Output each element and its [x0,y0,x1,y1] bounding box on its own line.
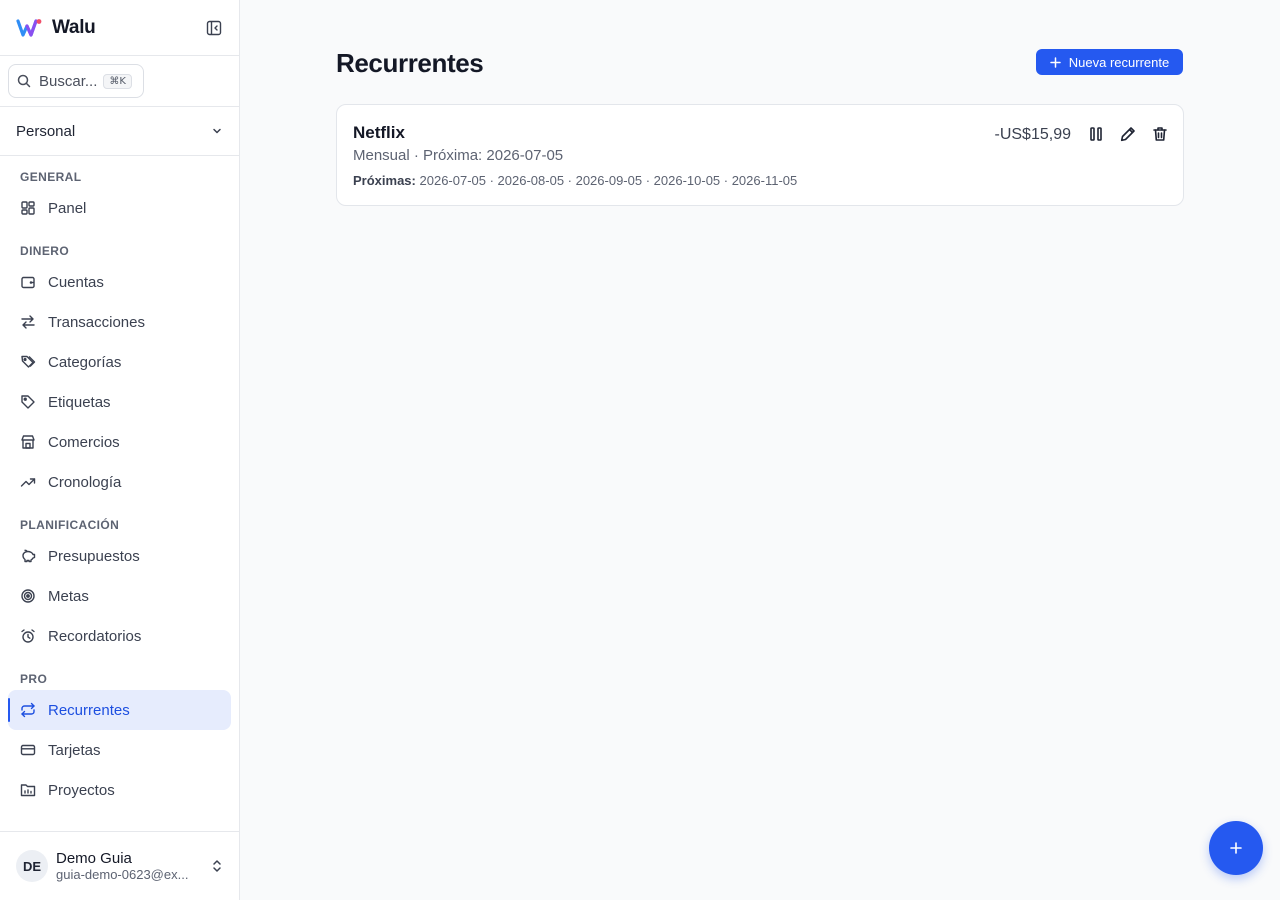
recurring-upcoming-dates: 2026-07-05 · 2026-08-05 · 2026-09-05 · 2… [419,173,798,188]
tags-icon [20,354,36,370]
trending-up-icon [20,474,36,490]
recurring-name: Netflix [353,123,405,142]
sidebar-item-label: Recurrentes [48,701,130,719]
plus-icon [1229,841,1243,855]
sidebar-item-label: Panel [48,199,87,217]
section-dinero: DINERO [20,244,70,258]
sidebar-item-tarjetas[interactable]: Tarjetas [8,730,231,770]
sidebar-nav: GENERAL Panel DINERO Cuentas Transaccion… [0,156,239,810]
new-recurring-button[interactable]: Nueva recurrente [1036,49,1183,75]
workspace-selector[interactable]: Personal [0,107,239,156]
brand-header: Walu [0,0,239,56]
chevrons-up-down-icon [211,859,223,873]
search-area: Buscar... ⌘K [0,56,239,107]
tag-icon [20,394,36,410]
recurring-schedule: Mensual · Próxima: 2026-07-05 [353,147,563,164]
recurring-next-label: Próxima: [423,147,483,164]
sidebar-item-label: Presupuestos [48,547,140,565]
recurring-actions [1087,125,1169,143]
search-icon [17,74,31,88]
walu-logo-icon [16,18,42,38]
sidebar-item-label: Comercios [48,433,120,451]
dashboard-icon [20,200,36,216]
sidebar-item-label: Cronología [48,473,122,491]
section-pro: PRO [20,672,48,686]
recurring-amount: -US$15,99 [994,126,1072,143]
sidebar-item-comercios[interactable]: Comercios [8,422,231,462]
recurring-upcoming-label: Próximas: [353,173,416,188]
sidebar-item-categorias[interactable]: Categorías [8,342,231,382]
sidebar-item-label: Cuentas [48,273,104,291]
page-title: Recurrentes [336,48,484,78]
pause-icon[interactable] [1087,125,1105,143]
wallet-icon [20,274,36,290]
search-input[interactable]: Buscar... ⌘K [8,64,144,98]
sidebar-item-presupuestos[interactable]: Presupuestos [8,536,231,576]
sidebar-item-metas[interactable]: Metas [8,576,231,616]
arrows-left-right-icon [20,314,36,330]
plus-icon [1050,56,1061,68]
chevron-down-icon [211,125,223,137]
sidebar-item-label: Etiquetas [48,393,111,411]
section-general: GENERAL [20,170,82,184]
alarm-clock-icon [20,628,36,644]
sidebar-item-panel[interactable]: Panel [8,188,231,228]
sidebar-item-recordatorios[interactable]: Recordatorios [8,616,231,656]
search-shortcut: ⌘K [103,73,132,89]
recurring-frequency: Mensual [353,147,410,164]
sidebar-item-label: Categorías [48,353,122,371]
trash-icon[interactable] [1151,125,1169,143]
recurring-card: Netflix Mensual · Próxima: 2026-07-05 Pr… [336,104,1184,206]
folder-chart-icon [20,782,36,798]
sidebar: Walu Buscar... ⌘K Personal GENERAL Panel… [0,0,240,900]
sidebar-item-label: Recordatorios [48,627,142,645]
section-planificacion: PLANIFICACIÓN [20,518,120,532]
piggy-bank-icon [20,548,36,564]
sidebar-collapse-icon[interactable] [205,19,223,37]
repeat-icon [20,702,36,718]
target-icon [20,588,36,604]
sidebar-item-label: Transacciones [48,313,145,331]
avatar: DE [16,850,48,882]
recurring-upcoming: Próximas: 2026-07-05 · 2026-08-05 · 2026… [353,173,797,188]
recurring-next-date: 2026-07-05 [486,147,564,164]
search-placeholder: Buscar... [39,72,98,90]
sidebar-item-recurrentes[interactable]: Recurrentes [8,690,231,730]
sidebar-item-cuentas[interactable]: Cuentas [8,262,231,302]
sidebar-item-label: Proyectos [48,781,115,799]
user-info: Demo Guia guia-demo-0623@ex... [56,850,198,882]
main-content: Recurrentes Nueva recurrente Netflix Men… [240,0,1280,900]
app-name: Walu [52,16,96,38]
new-recurring-label: Nueva recurrente [1068,54,1170,70]
sidebar-item-etiquetas[interactable]: Etiquetas [8,382,231,422]
credit-card-icon [20,742,36,758]
sidebar-item-transacciones[interactable]: Transacciones [8,302,231,342]
store-icon [20,434,36,450]
user-menu[interactable]: DE Demo Guia guia-demo-0623@ex... [0,831,239,900]
user-email: guia-demo-0623@ex... [56,867,189,882]
workspace-label: Personal [16,122,76,140]
pencil-icon[interactable] [1119,125,1137,143]
sidebar-item-label: Metas [48,587,89,605]
sidebar-item-proyectos[interactable]: Proyectos [8,770,231,810]
separator-dot: · [409,147,424,164]
fab-add-button[interactable] [1209,821,1263,875]
sidebar-item-cronologia[interactable]: Cronología [8,462,231,502]
user-name: Demo Guia [56,850,132,867]
sidebar-item-label: Tarjetas [48,741,101,759]
